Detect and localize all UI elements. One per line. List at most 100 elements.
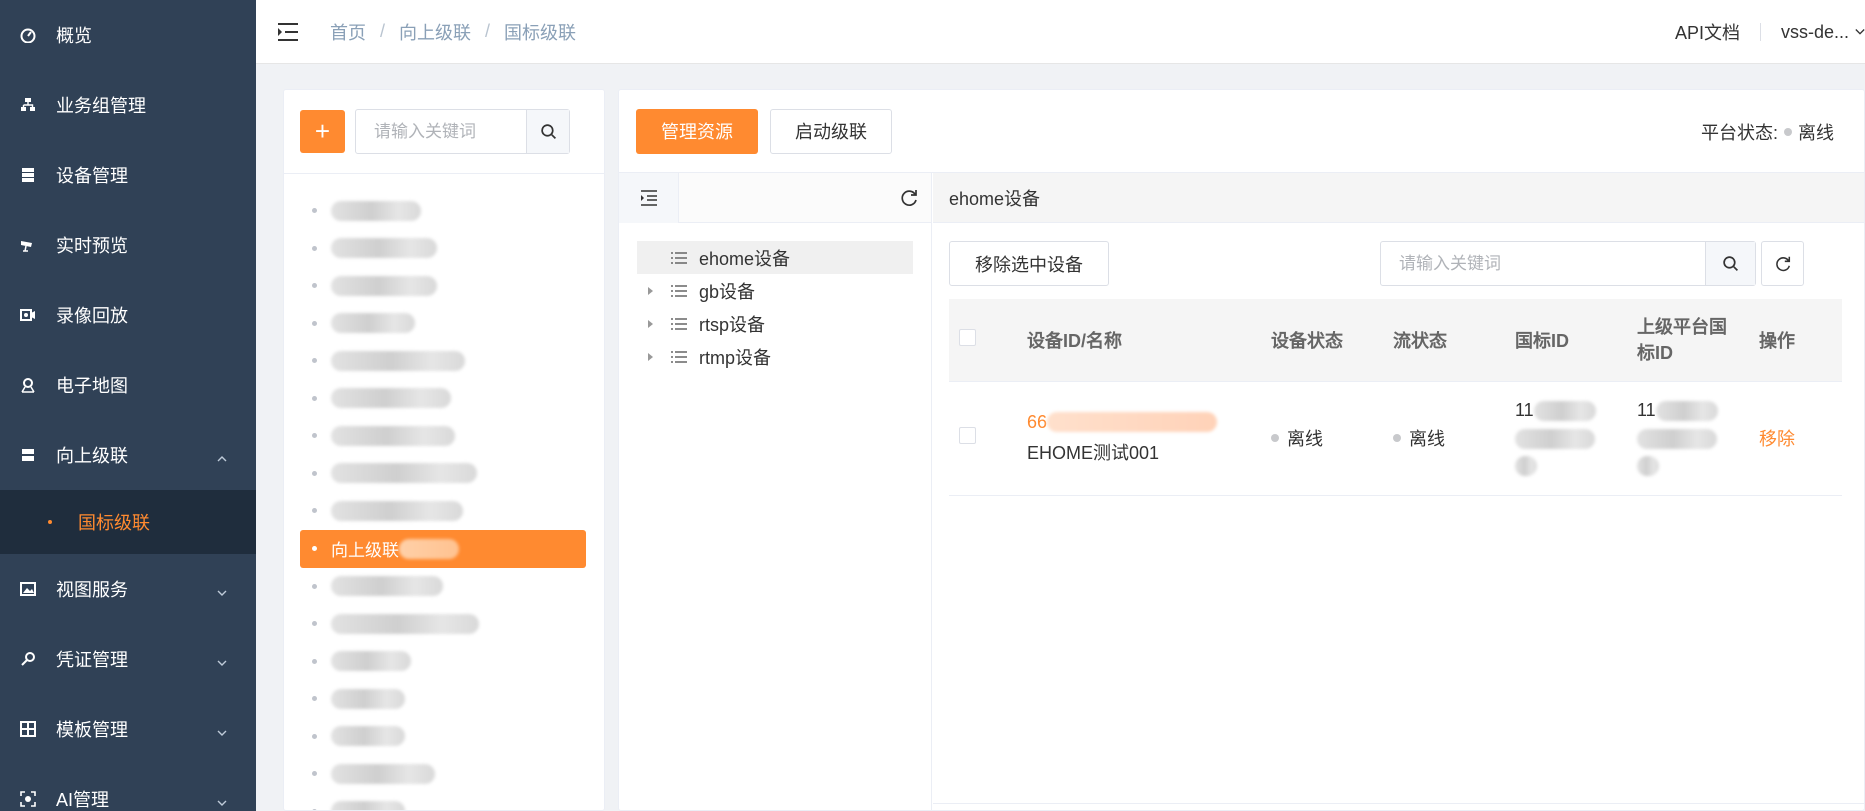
image-icon bbox=[20, 581, 36, 597]
add-platform-button[interactable]: + bbox=[300, 110, 345, 153]
nav-item-template[interactable]: 模板管理 bbox=[0, 694, 256, 764]
redacted-text bbox=[1637, 428, 1717, 449]
nav-label: 实时预览 bbox=[56, 236, 128, 256]
redacted-text bbox=[1655, 401, 1718, 422]
nav-label: 录像回放 bbox=[56, 306, 128, 326]
tree-node-gb[interactable]: gb设备 bbox=[637, 274, 913, 307]
nav-label: 设备管理 bbox=[56, 166, 128, 186]
column-header[interactable]: 流状态 bbox=[1383, 299, 1505, 382]
nav-item-view-service[interactable]: 视图服务 bbox=[0, 554, 256, 624]
remove-selected-button[interactable]: 移除选中设备 bbox=[949, 241, 1109, 286]
redacted-text bbox=[331, 613, 479, 634]
redacted-text bbox=[331, 500, 463, 521]
list-icon bbox=[671, 317, 687, 330]
collapse-tree-icon[interactable] bbox=[619, 172, 679, 223]
gb-id-cell: 11 bbox=[1505, 381, 1627, 496]
nav-label: 概览 bbox=[56, 26, 92, 46]
redacted-text bbox=[331, 425, 455, 446]
nav-item-cascade[interactable]: 向上级联 bbox=[0, 420, 256, 490]
redacted-text bbox=[331, 313, 415, 334]
device-type-tree: ehome设备 gb设备 rtsp设备 rtmp设备 bbox=[619, 223, 931, 373]
divider bbox=[1759, 23, 1761, 41]
active-dot-icon bbox=[48, 520, 52, 524]
nav-item-overview[interactable]: 概览 bbox=[0, 0, 256, 70]
caret-right-icon[interactable] bbox=[645, 352, 657, 362]
tree-node-label: rtsp设备 bbox=[699, 314, 766, 335]
refresh-icon[interactable] bbox=[899, 188, 919, 213]
column-header[interactable]: 设备状态 bbox=[1261, 299, 1383, 382]
column-header[interactable]: 设备ID/名称 bbox=[1017, 299, 1261, 382]
platform-search bbox=[355, 109, 570, 154]
list-item[interactable] bbox=[284, 342, 604, 380]
parent-gb-id-cell: 11 bbox=[1627, 381, 1749, 496]
row-checkbox[interactable] bbox=[959, 427, 976, 444]
tree-node-ehome[interactable]: ehome设备 bbox=[637, 241, 913, 274]
redacted-text bbox=[1533, 401, 1596, 422]
select-all-checkbox[interactable] bbox=[959, 328, 976, 346]
redacted-text bbox=[1047, 412, 1218, 432]
org-tree-icon bbox=[20, 97, 36, 113]
search-icon[interactable] bbox=[1705, 242, 1755, 285]
nav-item-device-mgmt[interactable]: 设备管理 bbox=[0, 140, 256, 210]
list-item[interactable] bbox=[284, 230, 604, 268]
device-id-link[interactable]: 66 bbox=[1027, 412, 1251, 433]
start-cascade-button[interactable]: 启动级联 bbox=[770, 108, 892, 154]
platform-search-input[interactable] bbox=[356, 110, 526, 153]
breadcrumb-cascade[interactable]: 向上级联 bbox=[399, 19, 471, 45]
nav-label: 凭证管理 bbox=[56, 650, 128, 670]
nav-subitem-gb-cascade[interactable]: 国标级联 bbox=[0, 490, 256, 554]
search-icon[interactable] bbox=[526, 110, 569, 153]
chevron-up-icon bbox=[216, 449, 228, 470]
tree-node-rtsp[interactable]: rtsp设备 bbox=[637, 307, 913, 340]
list-icon bbox=[671, 350, 687, 363]
breadcrumb-home[interactable]: 首页 bbox=[330, 19, 366, 45]
redacted-text bbox=[1515, 455, 1537, 476]
chevron-down-icon[interactable] bbox=[1855, 27, 1865, 37]
list-item[interactable] bbox=[284, 755, 604, 793]
refresh-icon[interactable] bbox=[1761, 241, 1804, 286]
nav-item-playback[interactable]: 录像回放 bbox=[0, 280, 256, 350]
remove-device-link[interactable]: 移除 bbox=[1759, 429, 1795, 449]
nav-label: 模板管理 bbox=[56, 720, 128, 740]
api-doc-link[interactable]: API文档 bbox=[1675, 19, 1740, 45]
user-menu[interactable]: vss-de... bbox=[1781, 22, 1849, 43]
list-item[interactable] bbox=[284, 605, 604, 643]
list-item[interactable] bbox=[284, 718, 604, 756]
table-row[interactable]: 66 EHOME测试001 离线 离线 11 11 移除 bbox=[949, 381, 1842, 496]
nav-item-live-preview[interactable]: 实时预览 bbox=[0, 210, 256, 280]
list-item[interactable] bbox=[284, 568, 604, 606]
platform-status: 平台状态: 离线 bbox=[1701, 90, 1834, 173]
device-search-input[interactable] bbox=[1381, 242, 1705, 285]
list-item[interactable] bbox=[284, 267, 604, 305]
redacted-text bbox=[1515, 428, 1595, 449]
list-item[interactable] bbox=[284, 492, 604, 530]
redacted-text bbox=[331, 763, 435, 784]
tree-node-rtmp[interactable]: rtmp设备 bbox=[637, 340, 913, 373]
list-item[interactable] bbox=[284, 455, 604, 493]
list-item[interactable] bbox=[284, 680, 604, 718]
chevron-down-icon bbox=[216, 653, 228, 674]
list-item[interactable] bbox=[284, 793, 604, 810]
breadcrumb: 首页 / 向上级联 / 国标级联 bbox=[330, 19, 576, 45]
list-item[interactable] bbox=[284, 380, 604, 418]
list-item[interactable] bbox=[284, 305, 604, 343]
dashboard-icon bbox=[20, 27, 36, 43]
column-header[interactable]: 上级平台国标ID bbox=[1627, 299, 1749, 382]
nav-item-ai[interactable]: AI管理 bbox=[0, 764, 256, 811]
caret-right-icon[interactable] bbox=[645, 286, 657, 296]
column-header[interactable]: 国标ID bbox=[1505, 299, 1627, 382]
list-item[interactable] bbox=[284, 643, 604, 681]
manage-resources-button[interactable]: 管理资源 bbox=[636, 108, 758, 154]
template-icon bbox=[20, 721, 36, 737]
nav-item-credential[interactable]: 凭证管理 bbox=[0, 624, 256, 694]
caret-right-icon[interactable] bbox=[645, 319, 657, 329]
list-item[interactable] bbox=[284, 417, 604, 455]
redacted-text bbox=[331, 576, 443, 597]
tree-node-label: ehome设备 bbox=[699, 248, 791, 269]
nav-label: 视图服务 bbox=[56, 580, 128, 600]
nav-item-emap[interactable]: 电子地图 bbox=[0, 350, 256, 420]
list-item-active[interactable]: 向上级联 bbox=[300, 529, 586, 568]
menu-toggle-icon[interactable] bbox=[276, 20, 300, 44]
list-item[interactable] bbox=[284, 192, 604, 230]
nav-item-business-group[interactable]: 业务组管理 bbox=[0, 70, 256, 140]
